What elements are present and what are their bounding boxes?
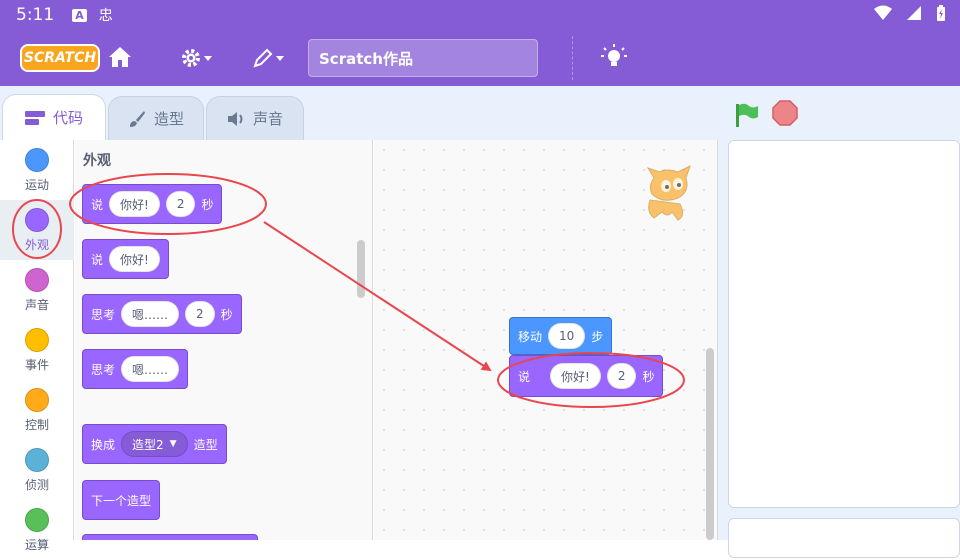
think-secs-input[interactable]: 2	[185, 301, 215, 327]
next-costume-block[interactable]: 下一个造型	[82, 480, 161, 520]
category-operators[interactable]: 运算	[0, 500, 74, 560]
say-block[interactable]: 说 你好!	[82, 239, 169, 279]
category-looks-dot	[25, 208, 49, 232]
category-events[interactable]: 事件	[0, 320, 74, 380]
block-palette: 外观 说 你好! 2 秒 说 你好! 思考 嗯…… 2 秒 思考 嗯…… 换成 …	[75, 140, 373, 540]
block-think-label: 思考	[91, 362, 116, 377]
project-title-input[interactable]: Scratch作品	[308, 39, 538, 77]
settings-gear-icon[interactable]	[180, 47, 214, 69]
script-say-secs-input[interactable]: 2	[606, 363, 637, 389]
category-looks-label: 外观	[24, 238, 49, 252]
say-text-input[interactable]: 你好!	[109, 246, 160, 272]
tab-code[interactable]: 代码	[2, 94, 106, 140]
block-secs-unit: 秒	[201, 197, 214, 212]
think-text-input[interactable]: 嗯……	[121, 356, 180, 382]
script-say-for-secs-block[interactable]: 说 你好! 2 秒	[509, 355, 664, 397]
category-motion-label: 运动	[24, 178, 49, 192]
category-sound-dot	[25, 268, 49, 292]
green-flag-icon[interactable]	[733, 102, 759, 128]
category-sensing-dot	[25, 448, 49, 472]
speaker-icon	[227, 111, 243, 126]
switch-costume-block[interactable]: 换成 造型2 ▼ 造型	[82, 424, 227, 464]
code-icon	[24, 110, 45, 125]
costume-dropdown-value: 造型2	[132, 437, 164, 452]
tab-sounds[interactable]: 声音	[206, 96, 304, 140]
lightbulb-icon[interactable]	[600, 44, 628, 72]
stage-panel	[718, 140, 960, 558]
block-switch-label: 换成	[91, 437, 116, 452]
block-costume-suffix: 造型	[193, 437, 218, 452]
block-steps-unit: 步	[591, 329, 604, 344]
tab-code-label: 代码	[52, 109, 83, 127]
say-secs-input[interactable]: 2	[165, 191, 196, 217]
notification-app-icon: 忠	[98, 8, 113, 24]
stop-icon[interactable]	[772, 100, 798, 126]
signal-icon	[907, 6, 921, 20]
category-looks[interactable]: 外观	[0, 200, 74, 260]
category-sound-label: 声音	[24, 298, 49, 312]
block-think-label: 思考	[91, 307, 116, 322]
edit-pencil-icon[interactable]	[252, 47, 286, 69]
tabs-bar: 代码 造型 声音	[0, 86, 960, 140]
tab-costumes[interactable]: 造型	[108, 96, 204, 140]
battery-icon	[937, 5, 945, 21]
status-time: 5:11	[16, 5, 55, 25]
scratch-cat-sprite-icon	[646, 165, 691, 221]
category-operators-label: 运算	[24, 538, 49, 552]
brush-icon	[129, 110, 145, 127]
tab-costumes-label: 造型	[153, 110, 184, 128]
scratch-logo[interactable]: SCRATCH	[20, 44, 100, 72]
sprite-pane[interactable]	[728, 518, 960, 558]
stage-canvas[interactable]	[728, 140, 960, 508]
block-secs-unit: 秒	[220, 307, 233, 322]
block-say-label: 说	[518, 369, 531, 384]
tab-sounds-label: 声音	[252, 110, 283, 128]
say-text-input[interactable]: 你好!	[109, 191, 160, 217]
notification-a-icon: A	[72, 8, 87, 22]
category-events-label: 事件	[24, 358, 49, 372]
think-text-input[interactable]: 嗯……	[121, 301, 180, 327]
category-operators-dot	[25, 508, 49, 532]
category-motion-dot	[25, 148, 49, 172]
menu-divider	[572, 36, 573, 80]
partial-block[interactable]	[82, 534, 258, 540]
chevron-down-icon: ▼	[169, 439, 177, 449]
script-area[interactable]: 移动 10 步 说 你好! 2 秒	[374, 140, 718, 540]
block-next-costume-label: 下一个造型	[91, 493, 152, 508]
category-motion[interactable]: 运动	[0, 140, 74, 200]
wifi-icon	[874, 5, 892, 20]
palette-scrollbar[interactable]	[357, 240, 365, 298]
say-for-secs-block[interactable]: 说 你好! 2 秒	[82, 184, 223, 224]
script-say-text-input[interactable]: 你好!	[550, 363, 601, 389]
block-secs-unit: 秒	[642, 369, 655, 384]
menu-bar: SCRATCH Scratch作品	[0, 30, 960, 86]
block-say-label: 说	[91, 197, 104, 212]
palette-heading: 外观	[83, 153, 111, 169]
category-sound[interactable]: 声音	[0, 260, 74, 320]
script-scrollbar[interactable]	[706, 348, 714, 540]
category-control[interactable]: 控制	[0, 380, 74, 440]
category-sensing[interactable]: 侦测	[0, 440, 74, 500]
category-menu: 运动 外观 声音 事件 控制 侦测 运算	[0, 140, 74, 552]
costume-dropdown[interactable]: 造型2 ▼	[121, 431, 188, 457]
think-for-secs-block[interactable]: 思考 嗯…… 2 秒	[82, 294, 242, 334]
category-control-dot	[25, 388, 49, 412]
block-move-label: 移动	[518, 329, 543, 344]
category-control-label: 控制	[24, 418, 49, 432]
home-icon[interactable]	[108, 45, 132, 69]
status-bar: 5:11 A 忠	[0, 0, 960, 30]
category-events-dot	[25, 328, 49, 352]
block-say-label: 说	[91, 252, 104, 267]
category-sensing-label: 侦测	[24, 478, 49, 492]
move-steps-block[interactable]: 移动 10 步	[509, 317, 613, 355]
move-steps-input[interactable]: 10	[548, 323, 586, 349]
think-block[interactable]: 思考 嗯……	[82, 349, 189, 389]
